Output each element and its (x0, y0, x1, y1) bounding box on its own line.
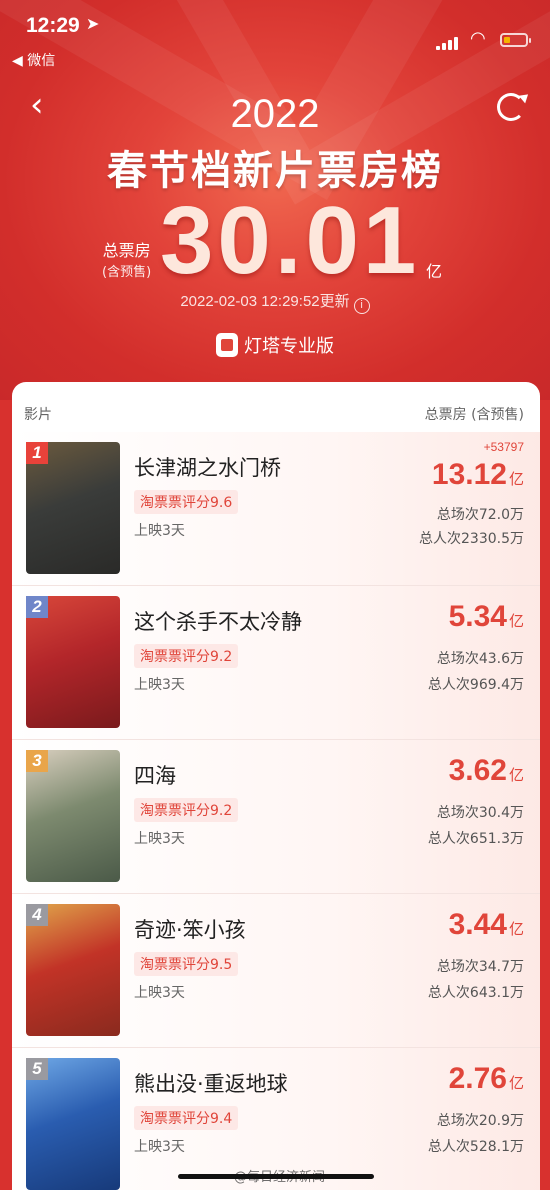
total-box-label: 总票房 (含预售) (102, 240, 151, 284)
film-row[interactable]: 4 奇迹·笨小孩 淘票票评分9.5 上映3天 3.44 亿 总场次34.7万 总人… (12, 894, 540, 1048)
status-bar: 12:29 ➤ ◠ (0, 0, 550, 50)
update-time: 2022-02-03 12:29:52更新 i (0, 290, 550, 314)
column-film: 影片 (24, 407, 52, 423)
release-days: 上映3天 (134, 831, 185, 847)
rank-badge: 1 (26, 442, 48, 464)
rating-badge: 淘票票评分9.2 (134, 798, 239, 822)
status-time: 12:29 (26, 14, 80, 37)
brand-name: 灯塔专业版 (244, 336, 334, 357)
total-shows: 总场次72.0万 (436, 507, 524, 523)
film-title: 四海 (134, 764, 176, 788)
gross-unit: 亿 (508, 921, 524, 938)
total-audience: 总人次969.4万 (427, 677, 524, 693)
wifi-icon: ◠ (470, 28, 486, 48)
rank-badge: 3 (26, 750, 48, 772)
ranking-card: 影片 总票房 (含预售) 1 长津湖之水门桥 淘票票评分9.6 上映3天 +53… (12, 382, 540, 1190)
brand-logo-icon (216, 333, 238, 357)
rank-badge: 5 (26, 1058, 48, 1080)
total-shows: 总场次20.9万 (436, 1113, 524, 1129)
film-row[interactable]: 1 长津湖之水门桥 淘票票评分9.6 上映3天 +53797 13.12 亿 总场… (12, 432, 540, 586)
film-title: 长津湖之水门桥 (134, 456, 281, 480)
gross-unit: 亿 (508, 1075, 524, 1092)
gross-unit: 亿 (508, 613, 524, 630)
signal-icon (436, 36, 460, 50)
total-audience: 总人次2330.5万 (419, 531, 524, 547)
gross-unit: 亿 (508, 767, 524, 784)
back-to-wechat-link[interactable]: ◀ 微信 (12, 50, 55, 70)
total-box-unit: 亿 (426, 262, 443, 281)
film-gross: 3.44 亿 (449, 908, 524, 942)
location-arrow-icon: ➤ (86, 16, 100, 33)
film-title: 这个杀手不太冷静 (134, 610, 302, 634)
film-row[interactable]: 3 四海 淘票票评分9.2 上映3天 3.62 亿 总场次30.4万 总人次651… (12, 740, 540, 894)
film-gross: 3.62 亿 (449, 754, 524, 788)
info-icon[interactable]: i (353, 298, 370, 314)
release-days: 上映3天 (134, 985, 185, 1001)
rating-badge: 淘票票评分9.2 (134, 644, 239, 668)
total-shows: 总场次30.4万 (436, 805, 524, 821)
total-audience: 总人次651.3万 (427, 831, 524, 847)
release-days: 上映3天 (134, 523, 185, 539)
realtime-delta: +53797 (483, 440, 524, 454)
rank-badge: 4 (26, 904, 48, 926)
total-audience: 总人次528.1万 (427, 1139, 524, 1155)
rating-badge: 淘票票评分9.6 (134, 490, 239, 514)
total-box-value: 30.01 (160, 187, 421, 294)
film-gross: 13.12 亿 (432, 458, 524, 492)
film-gross: 5.34 亿 (449, 600, 524, 634)
brand: 灯塔专业版 (0, 332, 550, 358)
rank-badge: 2 (26, 596, 48, 618)
column-box-office: 总票房 (含预售) (424, 407, 524, 423)
gross-value: 5.34 (448, 600, 507, 633)
total-label-sub: (含预售) (102, 265, 152, 280)
film-row[interactable]: 2 这个杀手不太冷静 淘票票评分9.2 上映3天 5.34 亿 总场次43.6万 … (12, 586, 540, 740)
total-label-main: 总票房 (102, 241, 151, 260)
release-days: 上映3天 (134, 1139, 185, 1155)
film-title: 熊出没·重返地球 (134, 1072, 288, 1096)
battery-icon (500, 33, 531, 47)
total-shows: 总场次43.6万 (436, 651, 524, 667)
table-header: 影片 总票房 (含预售) (12, 382, 540, 432)
home-indicator[interactable] (178, 1174, 374, 1179)
release-days: 上映3天 (134, 677, 185, 693)
film-gross: 2.76 亿 (449, 1062, 524, 1096)
gross-value: 13.12 (431, 458, 507, 491)
rating-badge: 淘票票评分9.5 (134, 952, 239, 976)
gross-value: 3.44 (448, 908, 507, 941)
gross-unit: 亿 (508, 471, 524, 488)
total-audience: 总人次643.1万 (427, 985, 524, 1001)
update-time-text: 2022-02-03 12:29:52更新 (180, 293, 350, 310)
header-year: 2022 (230, 92, 320, 136)
total-shows: 总场次34.7万 (436, 959, 524, 975)
rating-badge: 淘票票评分9.4 (134, 1106, 239, 1130)
film-title: 奇迹·笨小孩 (134, 918, 246, 942)
gross-value: 2.76 (448, 1062, 507, 1095)
gross-value: 3.62 (448, 754, 507, 787)
